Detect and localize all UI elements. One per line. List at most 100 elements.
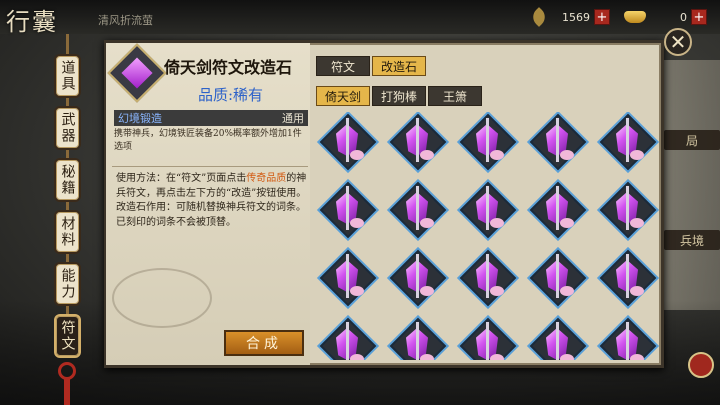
tab-dog-stick[interactable]: 打狗棒 [372, 86, 426, 106]
usage-text: 使用方法：在“符文”页面点击传奇品质的神兵符文，再点击左下方的“改造”按钮使用。… [116, 172, 308, 230]
sword-icon [486, 118, 489, 162]
tab-runes[interactable]: 符文 [316, 56, 370, 76]
rune-stone-slot[interactable] [389, 181, 447, 239]
effect-name: 幻境锻造 [118, 112, 162, 125]
flower-icon [350, 150, 364, 160]
currency-primary-value: 1569 [562, 10, 590, 24]
rune-stone-slot[interactable] [319, 317, 377, 360]
sword-icon [626, 186, 629, 230]
rune-stone-slot[interactable] [599, 181, 657, 239]
sidebar-item-materials[interactable]: 材料 [54, 210, 81, 254]
sword-icon [626, 322, 629, 360]
tab-yitian-sword[interactable]: 倚天剑 [316, 86, 370, 106]
sword-icon [416, 118, 419, 162]
sword-icon [626, 254, 629, 298]
currency-primary: 1569 + [529, 6, 610, 28]
flower-icon [420, 218, 434, 228]
flower-icon [420, 354, 434, 360]
background-sign: 局 [664, 130, 720, 150]
merge-button[interactable]: 合成 [224, 330, 304, 356]
item-grid [312, 112, 662, 360]
sword-icon [626, 118, 629, 162]
rune-stone-slot[interactable] [319, 113, 377, 171]
flower-icon [490, 218, 504, 228]
flower-icon [560, 354, 574, 360]
add-gold-button[interactable]: + [691, 9, 707, 25]
flower-icon [490, 286, 504, 296]
flower-icon [560, 218, 574, 228]
sword-icon [416, 186, 419, 230]
rune-stone-slot[interactable] [459, 113, 517, 171]
rune-stone-slot[interactable] [389, 317, 447, 360]
effect-tag: 通用 [282, 112, 304, 125]
usage-highlight: 传奇品质 [246, 173, 287, 184]
tab-modify-stone[interactable]: 改造石 [372, 56, 426, 76]
sword-icon [416, 254, 419, 298]
rune-stone-slot[interactable] [599, 113, 657, 171]
sidebar-item-runes[interactable]: 符文 [54, 314, 81, 358]
sword-icon [346, 186, 349, 230]
usage-effect: 改造石作用：可随机替换神兵符文的词条。已刻印的词条不会被顶替。 [116, 202, 306, 228]
divider [112, 166, 308, 167]
sidebar-item-manuals[interactable]: 秘籍 [54, 158, 81, 202]
currency-secondary: 0 + [624, 6, 707, 28]
menu-button[interactable] [688, 352, 714, 378]
flower-icon [490, 354, 504, 360]
page-title: 行囊 [6, 8, 58, 36]
rune-stone-slot[interactable] [389, 113, 447, 171]
rune-stone-slot[interactable] [459, 317, 517, 360]
rune-stone-slot[interactable] [599, 317, 657, 360]
item-quality: 品质:稀有 [198, 86, 264, 104]
rune-stone-slot[interactable] [599, 249, 657, 307]
sidebar-item-weapons[interactable]: 武器 [54, 106, 81, 150]
rune-stone-slot[interactable] [529, 249, 587, 307]
currency-secondary-value: 0 [680, 10, 687, 24]
sword-icon [346, 118, 349, 162]
flower-icon [630, 150, 644, 160]
sidebar-item-abilities[interactable]: 能力 [54, 262, 81, 306]
rune-stone-slot[interactable] [389, 249, 447, 307]
effect-bar: 幻境锻造 通用 [114, 110, 308, 126]
sword-icon [486, 186, 489, 230]
usage-prefix: 使用方法：在“符文”页面点击 [116, 173, 247, 184]
rune-stone-slot[interactable] [319, 181, 377, 239]
player-name: 清风折流萤 [98, 14, 153, 27]
tassel-icon [64, 378, 70, 405]
rune-stone-slot[interactable] [319, 249, 377, 307]
top-bar: 行囊 清风折流萤 1569 + 0 + [0, 0, 720, 36]
add-currency-button[interactable]: + [594, 9, 610, 25]
sidebar-item-props[interactable]: 道具 [54, 54, 81, 98]
flower-icon [560, 150, 574, 160]
flower-icon [560, 286, 574, 296]
sword-icon [346, 254, 349, 298]
background-sign: 兵境 [664, 230, 720, 250]
rune-stone-slot[interactable] [459, 181, 517, 239]
tab-jade-flute[interactable]: 王箫 [428, 86, 482, 106]
sword-icon [486, 254, 489, 298]
decorative-circle [112, 268, 212, 328]
flower-icon [420, 150, 434, 160]
sword-icon [416, 322, 419, 360]
rune-stone-slot[interactable] [529, 113, 587, 171]
flower-icon [350, 286, 364, 296]
sword-icon [556, 118, 559, 162]
flower-icon [350, 354, 364, 360]
sword-icon [556, 254, 559, 298]
rune-stone-slot[interactable] [529, 317, 587, 360]
sword-icon [486, 322, 489, 360]
rune-stone-slot[interactable] [529, 181, 587, 239]
sword-icon [556, 186, 559, 230]
rune-stone-slot[interactable] [459, 249, 517, 307]
leaf-icon [529, 7, 549, 27]
close-button[interactable]: ✕ [664, 28, 692, 56]
sword-icon [346, 322, 349, 360]
gold-ingot-icon [624, 11, 646, 23]
flower-icon [630, 218, 644, 228]
flower-icon [420, 286, 434, 296]
flower-icon [350, 218, 364, 228]
flower-icon [630, 354, 644, 360]
flower-icon [490, 150, 504, 160]
effect-description: 携带神兵，幻境铁匠装备20%概率额外增加1件选项 [114, 129, 302, 152]
sword-icon [556, 322, 559, 360]
item-name: 倚天剑符文改造石 [164, 58, 293, 77]
